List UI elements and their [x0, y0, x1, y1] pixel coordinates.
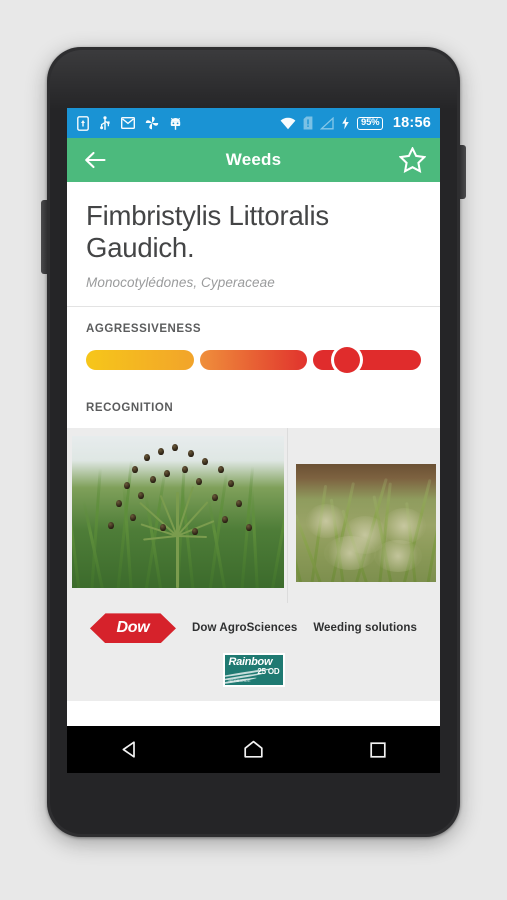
sponsor-row: Dow Dow AgroSciences Weeding solutions: [67, 613, 440, 644]
dow-diamond-shape: Dow: [89, 613, 176, 644]
sponsor-tagline: Weeding solutions: [313, 622, 418, 635]
aggressiveness-level-knob[interactable]: [333, 347, 360, 374]
nav-home-button[interactable]: [227, 729, 279, 771]
android-app-icon: [170, 117, 181, 130]
sd-card-icon: [77, 115, 89, 131]
rainbow-product-logo[interactable]: Rainbow 25 OD HERBICIDE: [222, 653, 285, 688]
status-bar: 95% 18:56: [67, 108, 440, 138]
aggressiveness-segment-3: [313, 347, 422, 374]
aggressiveness-meter[interactable]: [67, 335, 440, 386]
wifi-icon: [281, 117, 296, 129]
power-button[interactable]: [459, 145, 466, 199]
sponsor-company-name: Dow AgroSciences: [191, 622, 298, 635]
volume-rocker-button[interactable]: [41, 200, 48, 274]
aggressiveness-section-label: AGGRESSIVENESS: [86, 323, 202, 336]
charging-bolt-icon: [342, 116, 350, 130]
arrow-left-icon: [85, 151, 106, 169]
gallery-item[interactable]: [67, 428, 289, 604]
status-bar-clock: 18:56: [392, 115, 431, 131]
rainbow-product-dose: 25 OD: [257, 667, 280, 677]
usb-icon: [100, 115, 110, 130]
dow-wordmark: Dow: [116, 619, 150, 637]
android-navigation-bar: [67, 726, 440, 773]
app-bar: Weeds: [67, 138, 440, 182]
status-bar-left-icons: [77, 115, 182, 131]
nav-back-button[interactable]: [103, 729, 155, 771]
signal-triangle-icon: [320, 116, 335, 129]
recognition-photo-gallery[interactable]: [67, 428, 440, 604]
favorite-button[interactable]: [397, 145, 427, 175]
page-title: Weeds: [225, 150, 282, 169]
battery-percent-badge: 95%: [357, 116, 383, 130]
grassy-field-photo[interactable]: [296, 464, 437, 583]
recognition-section-label: RECOGNITION: [86, 402, 174, 415]
sim-card-icon: [304, 116, 313, 130]
back-button[interactable]: [80, 145, 110, 175]
star-outline-icon: [398, 147, 426, 173]
title-block: Fimbristylis Littoralis Gaudich. Monocot…: [67, 182, 440, 306]
nav-back-triangle-icon: [122, 741, 135, 758]
aggressiveness-segment-1: [86, 350, 194, 371]
status-bar-right-icons: 95% 18:56: [280, 115, 431, 131]
nav-recents-square-icon: [370, 741, 386, 758]
dow-logo[interactable]: Dow: [89, 613, 176, 644]
nav-home-icon: [244, 740, 263, 758]
species-name: Fimbristylis Littoralis Gaudich.: [86, 200, 329, 264]
gallery-item[interactable]: [288, 428, 440, 604]
aggressiveness-segment-2: [199, 350, 308, 371]
phone-screen: 95% 18:56 Weeds Fimbristylis Littoralis …: [67, 108, 440, 773]
sedge-seedhead-photo[interactable]: [72, 436, 284, 589]
gmail-icon: [121, 117, 135, 129]
species-taxonomy: Monocotylédones, Cyperaceae: [86, 275, 275, 291]
sponsor-footer: Dow Dow AgroSciences Weeding solutions R…: [67, 603, 440, 702]
pinwheel-icon: [145, 116, 159, 130]
detail-content: Fimbristylis Littoralis Gaudich. Monocot…: [67, 182, 440, 773]
nav-recents-button[interactable]: [352, 729, 404, 771]
rainbow-product-subtitle: HERBICIDE: [228, 679, 251, 684]
